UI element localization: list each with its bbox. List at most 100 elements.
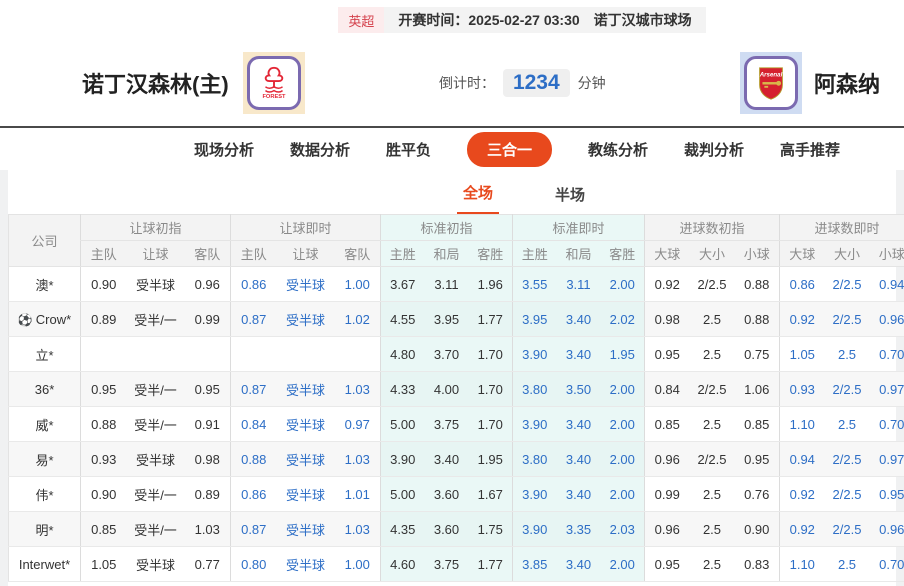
kickoff-time: 2025-02-27 03:30: [468, 12, 579, 28]
table-row: 伟*0.90受半/一0.890.86受半球1.015.003.601.673.9…: [9, 477, 904, 512]
odds-cell: 2.00: [601, 547, 645, 582]
odds-cell: 1.70: [469, 372, 513, 407]
odds-cell: 0.95: [185, 372, 231, 407]
odds-cell: 3.40: [557, 477, 601, 512]
nav-tabs: 现场分析 数据分析 胜平负 三合一 教练分析 裁判分析 高手推荐: [0, 128, 904, 170]
odds-cell: 3.40: [557, 302, 601, 337]
odds-cell: [231, 337, 277, 372]
odds-cell: 0.96: [870, 512, 904, 547]
group-header-0: 让球初指: [81, 215, 231, 241]
odds-cell: 0.99: [185, 302, 231, 337]
odds-cell: 1.70: [469, 407, 513, 442]
sub-header: 主队: [81, 241, 127, 267]
odds-cell: 0.98: [645, 302, 690, 337]
odds-cell: 1.95: [601, 337, 645, 372]
scope-tab-0[interactable]: 全场: [457, 174, 499, 214]
odds-cell: 1.77: [469, 547, 513, 582]
sub-header: 客胜: [601, 241, 645, 267]
arsenal-crest-icon: Arsenal: [752, 64, 790, 102]
odds-cell: 0.93: [81, 442, 127, 477]
nav-tab-5[interactable]: 裁判分析: [684, 139, 744, 160]
home-team-name: 诺丁汉森林(主): [82, 67, 229, 99]
odds-cell: 0.92: [780, 512, 825, 547]
odds-cell: [335, 337, 381, 372]
odds-cell: 3.40: [557, 407, 601, 442]
odds-cell: 0.75: [735, 337, 780, 372]
forest-tree-icon: FOREST: [255, 64, 293, 102]
odds-cell: 0.70: [870, 337, 904, 372]
odds-cell: 1.95: [469, 442, 513, 477]
odds-cell: 0.86: [780, 267, 825, 302]
odds-cell: 0.84: [645, 372, 690, 407]
odds-cell: 0.95: [645, 337, 690, 372]
odds-cell: 1.77: [469, 302, 513, 337]
odds-cell: 0.92: [645, 267, 690, 302]
odds-cell: 2.00: [601, 477, 645, 512]
odds-cell: 0.95: [870, 477, 904, 512]
odds-cell: 受半/一: [127, 407, 185, 442]
nav-tab-1[interactable]: 数据分析: [290, 139, 350, 160]
sub-header: 大小: [690, 241, 735, 267]
odds-cell: 2/2.5: [825, 372, 870, 407]
nav-tab-6[interactable]: 高手推荐: [780, 139, 840, 160]
nav-tab-0[interactable]: 现场分析: [194, 139, 254, 160]
scope-tab-1[interactable]: 半场: [549, 176, 591, 214]
odds-cell: 1.03: [335, 512, 381, 547]
odds-cell: 0.86: [231, 267, 277, 302]
odds-cell: 2.5: [825, 407, 870, 442]
league-badge: 英超: [338, 7, 384, 33]
odds-cell: 2.5: [690, 547, 735, 582]
odds-cell: 0.90: [81, 477, 127, 512]
odds-cell: 0.97: [870, 442, 904, 477]
group-header-5: 进球数即时: [780, 215, 904, 241]
odds-cell: 3.40: [557, 547, 601, 582]
odds-cell: 受半球: [277, 547, 335, 582]
odds-cell: 3.11: [425, 267, 469, 302]
odds-cell: 2.02: [601, 302, 645, 337]
group-header-3: 标准即时: [513, 215, 645, 241]
odds-cell: 3.75: [425, 407, 469, 442]
odds-cell: 1.03: [185, 512, 231, 547]
odds-cell: 2.5: [690, 337, 735, 372]
odds-cell: 0.86: [231, 477, 277, 512]
odds-cell: [277, 337, 335, 372]
odds-table-head: 公司让球初指让球即时标准初指标准即时进球数初指进球数即时主队让球客队主队让球客队…: [9, 215, 904, 267]
company-cell: 易*: [9, 442, 81, 477]
company-cell: ⚽Crow*: [9, 302, 81, 337]
table-row: 澳*0.90受半球0.960.86受半球1.003.673.111.963.55…: [9, 267, 904, 302]
odds-cell: 2/2.5: [825, 477, 870, 512]
odds-cell: 3.40: [557, 442, 601, 477]
odds-cell: 受半球: [127, 267, 185, 302]
odds-cell: 1.01: [335, 477, 381, 512]
odds-cell: 3.85: [513, 547, 557, 582]
odds-cell: 0.87: [231, 512, 277, 547]
content-panel: 全场半场 公司让球初指让球即时标准初指标准即时进球数初指进球数即时主队让球客队主…: [8, 170, 896, 586]
table-row: 36*0.95受半/一0.950.87受半球1.034.334.001.703.…: [9, 372, 904, 407]
odds-cell: 0.90: [735, 512, 780, 547]
sub-header: 主胜: [513, 241, 557, 267]
odds-cell: 3.95: [513, 302, 557, 337]
odds-cell: 2/2.5: [825, 512, 870, 547]
sub-header: 客队: [335, 241, 381, 267]
match-strip: 英超 开赛时间： 2025-02-27 03:30 诺丁汉城市球场: [338, 7, 705, 33]
content-area: 全场半场 公司让球初指让球即时标准初指标准即时进球数初指进球数即时主队让球客队主…: [0, 170, 904, 586]
table-row: 立*4.803.701.703.903.401.950.952.50.751.0…: [9, 337, 904, 372]
odds-cell: 受半球: [277, 442, 335, 477]
odds-cell: 3.95: [425, 302, 469, 337]
odds-cell: 4.55: [381, 302, 425, 337]
odds-cell: 2/2.5: [690, 372, 735, 407]
svg-text:FOREST: FOREST: [262, 94, 286, 100]
odds-cell: 受半球: [277, 477, 335, 512]
scope-tabs: 全场 半场: [8, 170, 896, 214]
odds-cell: 0.80: [231, 547, 277, 582]
nav-tab-4[interactable]: 教练分析: [588, 139, 648, 160]
nav-tab-3[interactable]: 三合一: [467, 132, 552, 167]
odds-cell: 3.35: [557, 512, 601, 547]
nav-tab-2[interactable]: 胜平负: [386, 139, 431, 160]
odds-cell: 4.33: [381, 372, 425, 407]
company-header: 公司: [9, 215, 81, 267]
odds-cell: 2.00: [601, 267, 645, 302]
odds-cell: 受半/一: [127, 512, 185, 547]
table-row: 易*0.93受半球0.980.88受半球1.033.903.401.953.80…: [9, 442, 904, 477]
company-cell: 立*: [9, 337, 81, 372]
